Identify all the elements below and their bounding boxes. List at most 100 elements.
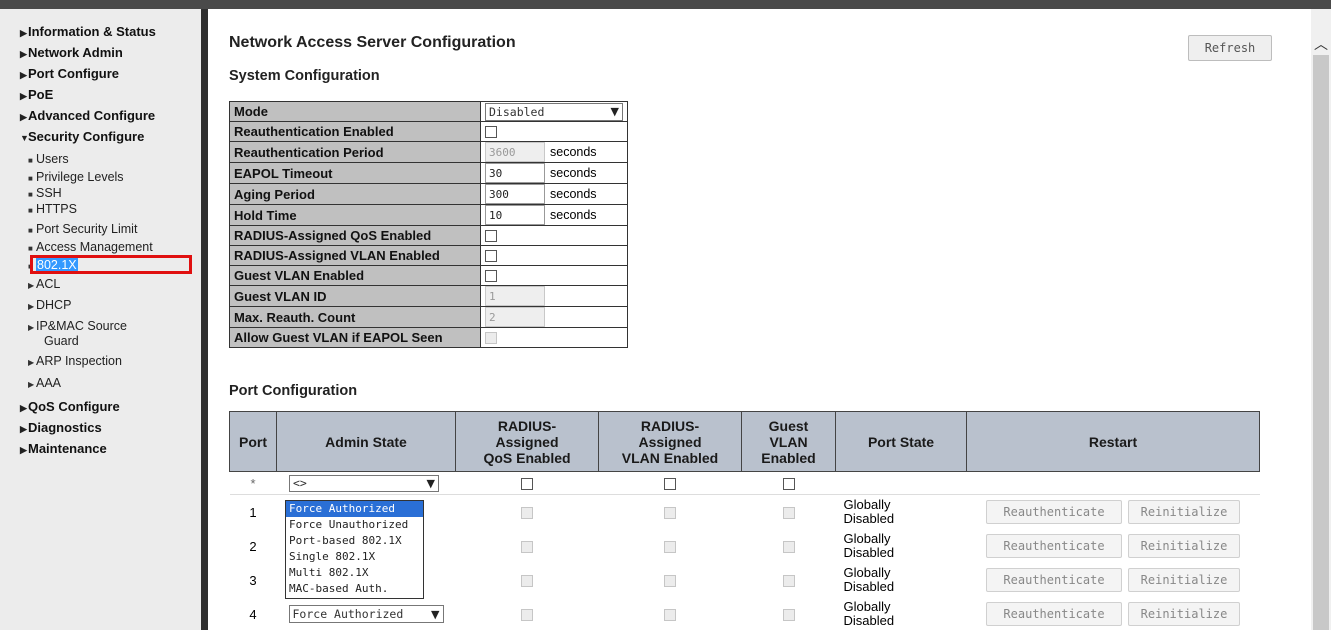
option-single-802-1x[interactable]: Single 802.1X: [286, 549, 423, 565]
radius-qos-checkbox[interactable]: [521, 541, 533, 554]
sidebar-item-arp-inspection[interactable]: ▶ ARP Inspection: [28, 354, 122, 368]
radius-vlan-checkbox[interactable]: [664, 541, 676, 554]
admin-state-select[interactable]: Force Authorized ▼: [288, 605, 444, 623]
radius-qos-checkbox[interactable]: [485, 230, 497, 243]
nav-qos-configure[interactable]: ▶QoS Configure: [20, 399, 120, 414]
guest-vlan-all-checkbox[interactable]: [782, 478, 795, 491]
allow-guest-checkbox[interactable]: [485, 332, 497, 345]
nav-diagnostics[interactable]: ▶Diagnostics: [20, 420, 102, 435]
radius-qos-label: RADIUS-Assigned QoS Enabled: [229, 225, 481, 246]
reauthenticate-button[interactable]: Reauthenticate: [986, 534, 1122, 558]
col-radius-vlan: RADIUS- Assigned VLAN Enabled: [598, 411, 742, 472]
hold-time-label: Hold Time: [229, 204, 481, 226]
refresh-button[interactable]: Refresh: [1188, 35, 1272, 61]
sidebar-splitter[interactable]: [201, 9, 208, 630]
radius-vlan-checkbox[interactable]: [664, 609, 676, 622]
bullet-icon: ■: [28, 174, 33, 183]
expand-arrow-icon: ▶: [28, 358, 35, 367]
sidebar-item-port-security-limit[interactable]: ■ Port Security Limit: [28, 222, 137, 236]
reinitialize-button[interactable]: Reinitialize: [1128, 602, 1240, 626]
guest-vlan-checkbox[interactable]: [782, 541, 795, 554]
bullet-icon: ■: [28, 190, 33, 199]
expand-arrow-icon: ▶: [28, 323, 35, 332]
port-state: Globally Disabled: [843, 599, 895, 628]
option-force-unauthorized[interactable]: Force Unauthorized: [286, 517, 423, 533]
unit-label: seconds: [550, 145, 597, 159]
sidebar-item-privilege-levels[interactable]: ■ Privilege Levels: [28, 170, 124, 184]
bullet-icon: ■: [28, 244, 33, 253]
radius-qos-checkbox[interactable]: [521, 609, 533, 622]
guest-vlan-checkbox[interactable]: [782, 575, 795, 588]
sidebar-item-https[interactable]: ■ HTTPS: [28, 202, 77, 216]
bullet-icon: ■: [28, 206, 33, 215]
expand-arrow-icon: ▶: [20, 70, 27, 80]
col-radius-qos: RADIUS- Assigned QoS Enabled: [455, 411, 599, 472]
option-port-based-802-1x[interactable]: Port-based 802.1X: [286, 533, 423, 549]
port-number: 1: [249, 504, 257, 520]
highlight-box: [30, 255, 192, 274]
nav-information-status[interactable]: ▶Information & Status: [20, 24, 156, 39]
chevron-down-icon: ▼: [610, 105, 619, 118]
allow-guest-label: Allow Guest VLAN if EAPOL Seen: [229, 327, 481, 348]
reauthenticate-button[interactable]: Reauthenticate: [986, 500, 1122, 524]
eapol-timeout-input[interactable]: 30: [485, 163, 545, 183]
nav-port-configure[interactable]: ▶Port Configure: [20, 66, 119, 81]
option-force-authorized[interactable]: Force Authorized: [286, 501, 423, 517]
sidebar-item-access-management[interactable]: ■ Access Management: [28, 240, 153, 254]
star-port: *: [229, 471, 277, 495]
nav-poe[interactable]: ▶PoE: [20, 87, 53, 102]
mode-cell: Disabled ▼: [480, 101, 628, 122]
guest-vlan-enabled-checkbox[interactable]: [485, 270, 497, 283]
nav-advanced-configure[interactable]: ▶Advanced Configure: [20, 108, 155, 123]
sidebar-item-acl[interactable]: ▶ ACL: [28, 277, 60, 291]
sidebar-item-dhcp[interactable]: ▶ DHCP: [28, 298, 71, 312]
mode-select[interactable]: Disabled ▼: [485, 102, 623, 121]
port-number: 4: [249, 606, 257, 622]
radius-vlan-checkbox[interactable]: [664, 575, 676, 588]
max-reauth-input[interactable]: 2: [485, 307, 545, 327]
scroll-up-icon[interactable]: ︿: [1314, 34, 1328, 54]
unit-label: seconds: [550, 187, 597, 201]
sidebar-item-ip-mac-source-guard[interactable]: ▶ IP&MAC Source: [28, 319, 127, 333]
admin-state-dropdown-list[interactable]: Force Authorized Force Unauthorized Port…: [285, 500, 424, 599]
reauthenticate-button[interactable]: Reauthenticate: [986, 602, 1122, 626]
guest-vlan-id-input[interactable]: 1: [485, 286, 545, 306]
nav-security-configure[interactable]: ▼Security Configure: [20, 129, 144, 144]
radius-vlan-checkbox[interactable]: [664, 507, 676, 520]
expand-arrow-icon: ▶: [28, 281, 35, 290]
reauthenticate-button[interactable]: Reauthenticate: [986, 568, 1122, 592]
bullet-icon: ■: [28, 226, 33, 235]
sidebar-item-users[interactable]: ■ Users: [28, 152, 69, 166]
unit-label: seconds: [550, 208, 597, 222]
aging-period-input[interactable]: 300: [485, 184, 545, 204]
reinitialize-button[interactable]: Reinitialize: [1128, 500, 1240, 524]
sidebar-item-guard-label[interactable]: Guard: [44, 334, 79, 348]
reauth-period-input[interactable]: 3600: [485, 142, 545, 162]
radius-qos-checkbox[interactable]: [521, 507, 533, 520]
radius-vlan-checkbox[interactable]: [485, 250, 497, 263]
col-port-state: Port State: [835, 411, 967, 472]
option-multi-802-1x[interactable]: Multi 802.1X: [286, 565, 423, 581]
nav-maintenance[interactable]: ▶Maintenance: [20, 441, 107, 456]
top-bar: [0, 0, 1331, 9]
reinitialize-button[interactable]: Reinitialize: [1128, 568, 1240, 592]
guest-vlan-checkbox[interactable]: [782, 507, 795, 520]
sidebar-item-aaa[interactable]: ▶ AAA: [28, 376, 61, 390]
reauth-period-label: Reauthentication Period: [229, 141, 481, 163]
radius-qos-checkbox[interactable]: [521, 575, 533, 588]
radius-vlan-all-checkbox[interactable]: [664, 478, 676, 491]
sidebar-item-ssh[interactable]: ■ SSH: [28, 186, 62, 200]
hold-time-input[interactable]: 10: [485, 205, 545, 225]
expand-arrow-icon: ▶: [20, 28, 27, 38]
option-mac-based-auth[interactable]: MAC-based Auth.: [286, 581, 423, 597]
port-number: 3: [249, 572, 257, 588]
nav-network-admin[interactable]: ▶Network Admin: [20, 45, 123, 60]
aging-period-label: Aging Period: [229, 183, 481, 205]
admin-state-select-all[interactable]: <> ▼: [289, 474, 439, 492]
reinitialize-button[interactable]: Reinitialize: [1128, 534, 1240, 558]
radius-qos-all-checkbox[interactable]: [521, 478, 533, 491]
scrollbar-thumb[interactable]: [1313, 55, 1329, 630]
reauth-enabled-checkbox[interactable]: [485, 126, 497, 139]
chevron-down-icon: ▼: [431, 607, 440, 621]
guest-vlan-checkbox[interactable]: [782, 609, 795, 622]
